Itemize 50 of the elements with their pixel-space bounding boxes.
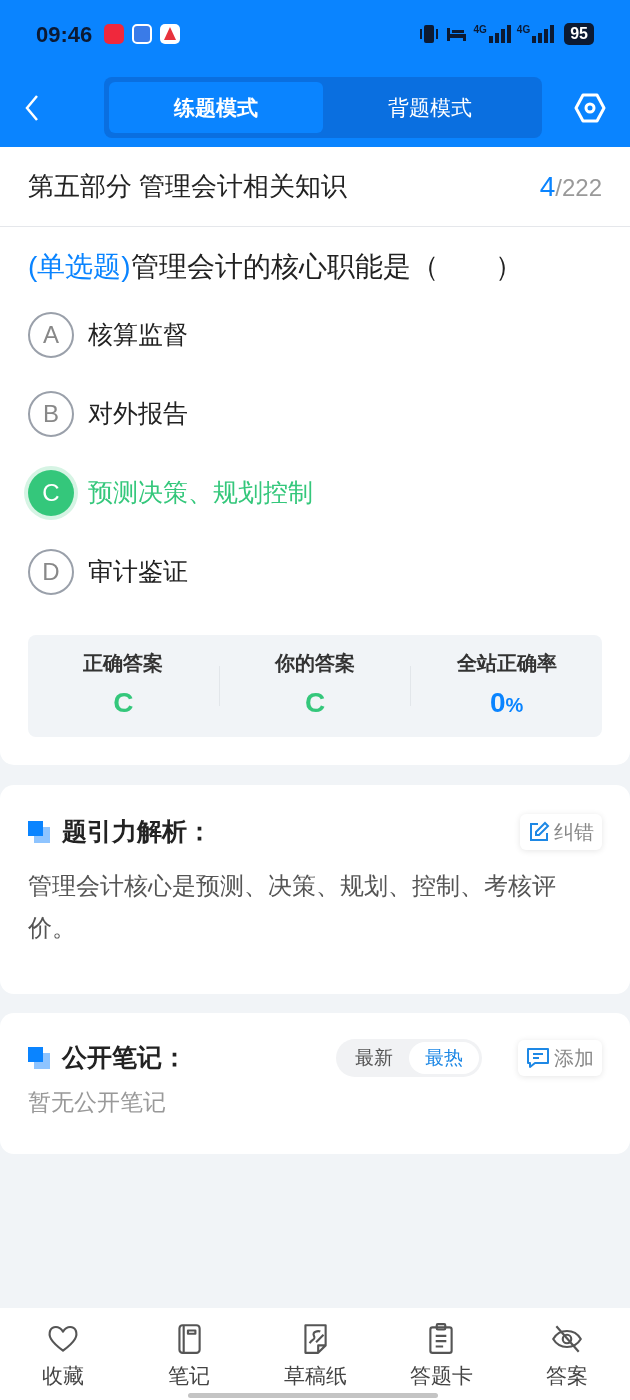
signal-icon: [532, 25, 555, 43]
battery-indicator: 95: [564, 23, 594, 45]
nav-item[interactable]: 答案: [504, 1308, 630, 1400]
bed-icon: [445, 26, 468, 42]
stat-unit: %: [505, 694, 524, 718]
status-time: 09:46: [36, 20, 93, 49]
section-marker-icon: [28, 1047, 50, 1069]
back-icon[interactable]: [24, 93, 40, 122]
network-type-label: 4G: [516, 25, 531, 35]
section-marker-icon: [28, 820, 50, 843]
edit-icon: [528, 820, 550, 843]
correction-button[interactable]: 纠错: [520, 813, 602, 850]
nav-item[interactable]: 草稿纸: [252, 1308, 378, 1400]
notes-title: 公开笔记：: [62, 1042, 187, 1074]
analysis-title: 题引力解析：: [62, 816, 212, 847]
comment-icon: [526, 1047, 550, 1069]
option-text[interactable]: 对外报告: [88, 394, 188, 433]
stat-value: C: [304, 686, 326, 720]
settings-icon[interactable]: [574, 91, 606, 124]
network-type-label: 4G: [473, 25, 487, 35]
add-note-button[interactable]: 添加: [518, 1040, 602, 1076]
nav-item[interactable]: 收藏: [0, 1308, 126, 1400]
sort-tab[interactable]: 最热: [409, 1042, 479, 1074]
nav-item[interactable]: 答题卡: [378, 1308, 504, 1400]
option-letter[interactable]: A: [28, 311, 74, 358]
app-icon: [104, 24, 125, 44]
stat-label: 你的答案: [275, 651, 355, 676]
option-text[interactable]: 审计鉴证: [88, 552, 188, 591]
signal-icon: [488, 25, 511, 43]
question-number: 4: [539, 169, 556, 204]
stat-value: 0: [490, 686, 506, 720]
question-type: (单选题): [28, 250, 131, 284]
option-text[interactable]: 核算监督: [88, 315, 188, 354]
analysis-text: 管理会计核心是预测、决策、规划、控制、考核评价。: [28, 870, 557, 943]
section-title: 第五部分 管理会计相关知识: [28, 170, 348, 203]
sort-tab[interactable]: 最新: [339, 1042, 409, 1074]
stat-label: 全站正确率: [456, 651, 557, 676]
vibrate-icon: [417, 24, 440, 44]
empty-notes-text: 暂无公开笔记: [28, 1088, 167, 1117]
stat-label: 正确答案: [83, 651, 164, 676]
nav-item[interactable]: 笔记: [126, 1308, 252, 1400]
question-total: /222: [555, 172, 602, 203]
stat-value: C: [113, 686, 134, 720]
mode-tab[interactable]: 练题模式: [109, 82, 323, 133]
option-letter[interactable]: B: [28, 390, 74, 437]
app-icon: [132, 24, 153, 44]
option-letter[interactable]: D: [28, 548, 74, 595]
question-text: 管理会计的核心职能是（ ）: [130, 250, 523, 284]
app-icon: [160, 24, 181, 44]
mode-tab[interactable]: 背题模式: [323, 82, 537, 133]
